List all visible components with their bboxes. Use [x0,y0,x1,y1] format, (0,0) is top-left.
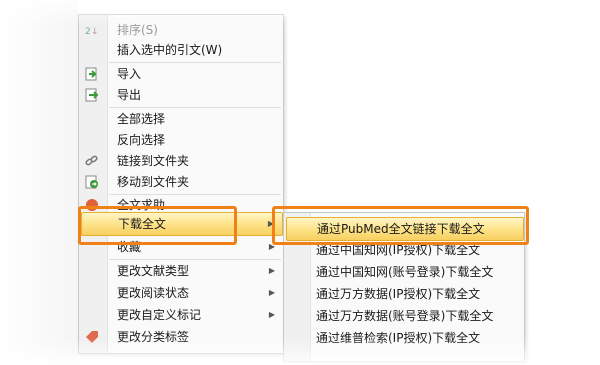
move-to-folder-icon [85,175,99,189]
menu-item-select-all[interactable]: 全部选择 [107,109,283,129]
menu-item-label: 导入 [117,67,142,81]
menu-item-change-category-tag[interactable]: 更改分类标签 [86,327,283,347]
menu-item-label: 更改阅读状态 [117,286,190,300]
submenu-arrow-icon: ▶ [268,310,275,319]
submenu-item-wanfang-account[interactable]: 通过万方数据(账号登录)下载全文 [316,306,493,326]
submenu-item-label: 通过中国知网(IP授权)下载全文 [316,243,481,257]
menu-item-label: 插入选中的引文(W) [117,43,223,57]
menu-separator [109,107,281,108]
menu-item-label: 导出 [117,88,142,102]
menu-item-change-read-status[interactable]: 更改阅读状态 ▶ [107,283,283,303]
tag-icon [85,330,99,344]
submenu-item-label: 通过万方数据(IP授权)下载全文 [316,287,481,301]
menu-item-insert-citation[interactable]: 插入选中的引文(W) [107,40,283,60]
menu-item-import[interactable]: 导入 [85,64,283,84]
submenu-item-cnki-account[interactable]: 通过中国知网(账号登录)下载全文 [316,262,493,282]
menu-item-label: 反向选择 [117,133,166,147]
menu-item-label: 更改分类标签 [117,330,190,344]
link-chain-icon [85,154,99,168]
menu-separator [109,259,281,260]
menu-item-export[interactable]: 导出 [85,85,283,105]
import-icon [85,67,99,81]
sort-icon: 2 ↓ [85,23,99,37]
menu-item-change-doc-type[interactable]: 更改文献类型 ▶ [107,261,283,281]
svg-text:↓: ↓ [91,27,99,37]
background-panel [0,0,78,365]
menu-item-label: 更改文献类型 [117,264,190,278]
menu-item-label: 链接到文件夹 [117,154,190,168]
submenu-arrow-icon: ▶ [268,288,275,297]
submenu-item-label: 通过万方数据(账号登录)下载全文 [316,309,494,323]
annotation-box-pubmed [272,206,529,245]
menu-item-move-to-folder[interactable]: 移动到文件夹 [85,172,283,192]
submenu-arrow-icon: ▶ [268,266,275,275]
menu-item-label: 全部选择 [117,112,166,126]
submenu-item-vip-ip[interactable]: 通过维普检索(IP授权)下载全文 [316,328,480,348]
export-icon [85,88,99,102]
submenu-item-wanfang-ip[interactable]: 通过万方数据(IP授权)下载全文 [316,284,480,304]
annotation-box-download [78,206,237,245]
menu-item-sort: 2 ↓ 排序(S) [85,20,283,40]
menu-item-invert-selection[interactable]: 反向选择 [107,130,283,150]
submenu-item-label: 通过中国知网(账号登录)下载全文 [316,265,494,279]
menu-item-label: 更改自定义标记 [117,308,202,322]
submenu-item-label: 通过维普检索(IP授权)下载全文 [316,331,481,345]
menu-separator [109,62,281,63]
menu-item-change-custom-mark[interactable]: 更改自定义标记 ▶ [107,305,283,325]
menu-item-link-to-folder[interactable]: 链接到文件夹 [85,151,283,171]
context-menu: 2 ↓ 排序(S) 插入选中的引文(W) 导入 导出 全部选择 反向选择 链接到文… [78,14,284,354]
menu-item-label: 移动到文件夹 [117,175,190,189]
menu-item-label: 排序(S) [117,23,158,37]
svg-text:2: 2 [85,27,91,37]
